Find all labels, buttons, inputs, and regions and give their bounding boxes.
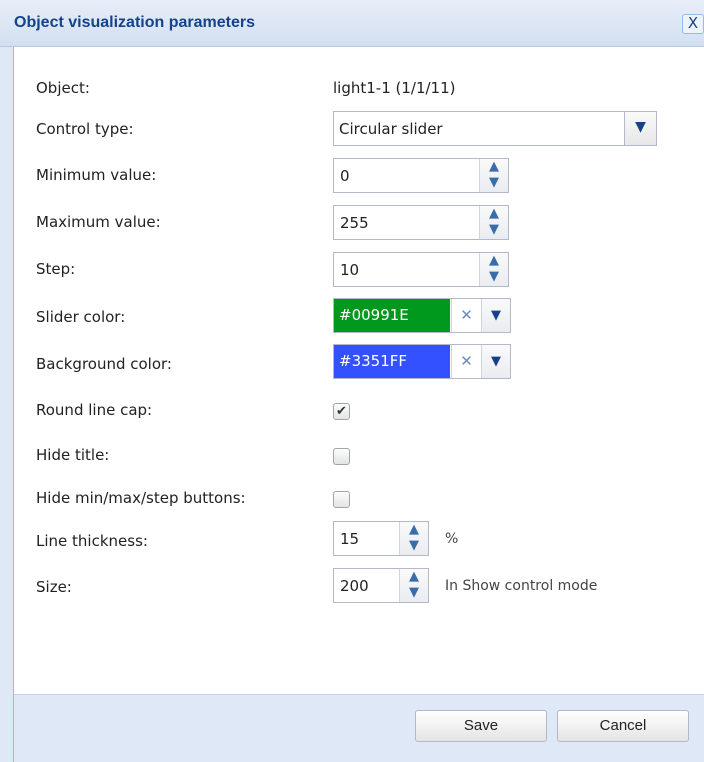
chevron-down-icon[interactable]: ▼ [400, 585, 428, 601]
chevron-down-icon[interactable]: ▼ [624, 112, 656, 145]
clear-icon[interactable]: ✕ [451, 299, 481, 332]
chevron-up-icon[interactable]: ▲ [480, 253, 508, 269]
control-type-select[interactable]: Circular slider ▼ [333, 111, 657, 146]
slider-color-field[interactable]: #00991E ✕ ▼ [333, 298, 511, 333]
line-thickness-spin-buttons: ▲ ▼ [399, 522, 428, 555]
cancel-button[interactable]: Cancel [557, 710, 689, 742]
size-spin-buttons: ▲ ▼ [399, 569, 428, 602]
maximum-value-input[interactable] [334, 206, 479, 239]
size-spinner[interactable]: ▲ ▼ [333, 568, 429, 603]
clear-icon[interactable]: ✕ [451, 345, 481, 378]
hide-buttons-label: Hide min/max/step buttons: [36, 489, 246, 507]
round-line-cap-checkbox[interactable]: ✔ [333, 403, 350, 420]
maximum-spin-buttons: ▲ ▼ [479, 206, 508, 239]
maximum-value-label: Maximum value: [36, 213, 161, 231]
slider-color-label: Slider color: [36, 308, 126, 326]
save-button[interactable]: Save [415, 710, 547, 742]
size-input[interactable] [334, 569, 400, 602]
step-spinner[interactable]: ▲ ▼ [333, 252, 509, 287]
hide-title-label: Hide title: [36, 446, 110, 464]
dialog-footer: Save Cancel [14, 694, 704, 762]
line-thickness-label: Line thickness: [36, 532, 148, 550]
chevron-down-icon[interactable]: ▼ [400, 538, 428, 554]
chevron-up-icon[interactable]: ▲ [400, 569, 428, 585]
chevron-down-icon[interactable]: ▼ [481, 345, 510, 378]
object-visualization-dialog: Object visualization parameters X Object… [0, 0, 704, 762]
close-icon[interactable]: X [682, 14, 704, 34]
background-color-field[interactable]: #3351FF ✕ ▼ [333, 344, 511, 379]
minimum-value-label: Minimum value: [36, 166, 157, 184]
dialog-left-border [0, 47, 14, 762]
hide-title-checkbox[interactable] [333, 448, 350, 465]
control-type-value: Circular slider [339, 120, 443, 138]
line-thickness-input[interactable] [334, 522, 400, 555]
line-thickness-spinner[interactable]: ▲ ▼ [333, 521, 429, 556]
size-hint: In Show control mode [445, 578, 598, 594]
step-label: Step: [36, 260, 76, 278]
minimum-value-input[interactable] [334, 159, 479, 192]
dialog-titlebar[interactable]: Object visualization parameters X [0, 0, 704, 47]
round-line-cap-label: Round line cap: [36, 401, 153, 419]
object-label: Object: [36, 79, 90, 97]
step-input[interactable] [334, 253, 479, 286]
size-label: Size: [36, 578, 72, 596]
minimum-value-spinner[interactable]: ▲ ▼ [333, 158, 509, 193]
slider-color-swatch[interactable]: #00991E [334, 299, 450, 332]
dialog-title: Object visualization parameters [14, 14, 255, 31]
line-thickness-unit: % [445, 531, 459, 547]
background-color-label: Background color: [36, 355, 172, 373]
chevron-down-icon[interactable]: ▼ [480, 175, 508, 191]
chevron-down-icon[interactable]: ▼ [481, 299, 510, 332]
minimum-spin-buttons: ▲ ▼ [479, 159, 508, 192]
hide-buttons-checkbox[interactable] [333, 491, 350, 508]
chevron-down-icon[interactable]: ▼ [480, 222, 508, 238]
control-type-label: Control type: [36, 120, 134, 138]
maximum-value-spinner[interactable]: ▲ ▼ [333, 205, 509, 240]
object-value: light1-1 (1/1/11) [333, 79, 456, 97]
chevron-down-icon[interactable]: ▼ [480, 269, 508, 285]
step-spin-buttons: ▲ ▼ [479, 253, 508, 286]
chevron-up-icon[interactable]: ▲ [400, 522, 428, 538]
chevron-up-icon[interactable]: ▲ [480, 159, 508, 175]
background-color-swatch[interactable]: #3351FF [334, 345, 450, 378]
chevron-up-icon[interactable]: ▲ [480, 206, 508, 222]
